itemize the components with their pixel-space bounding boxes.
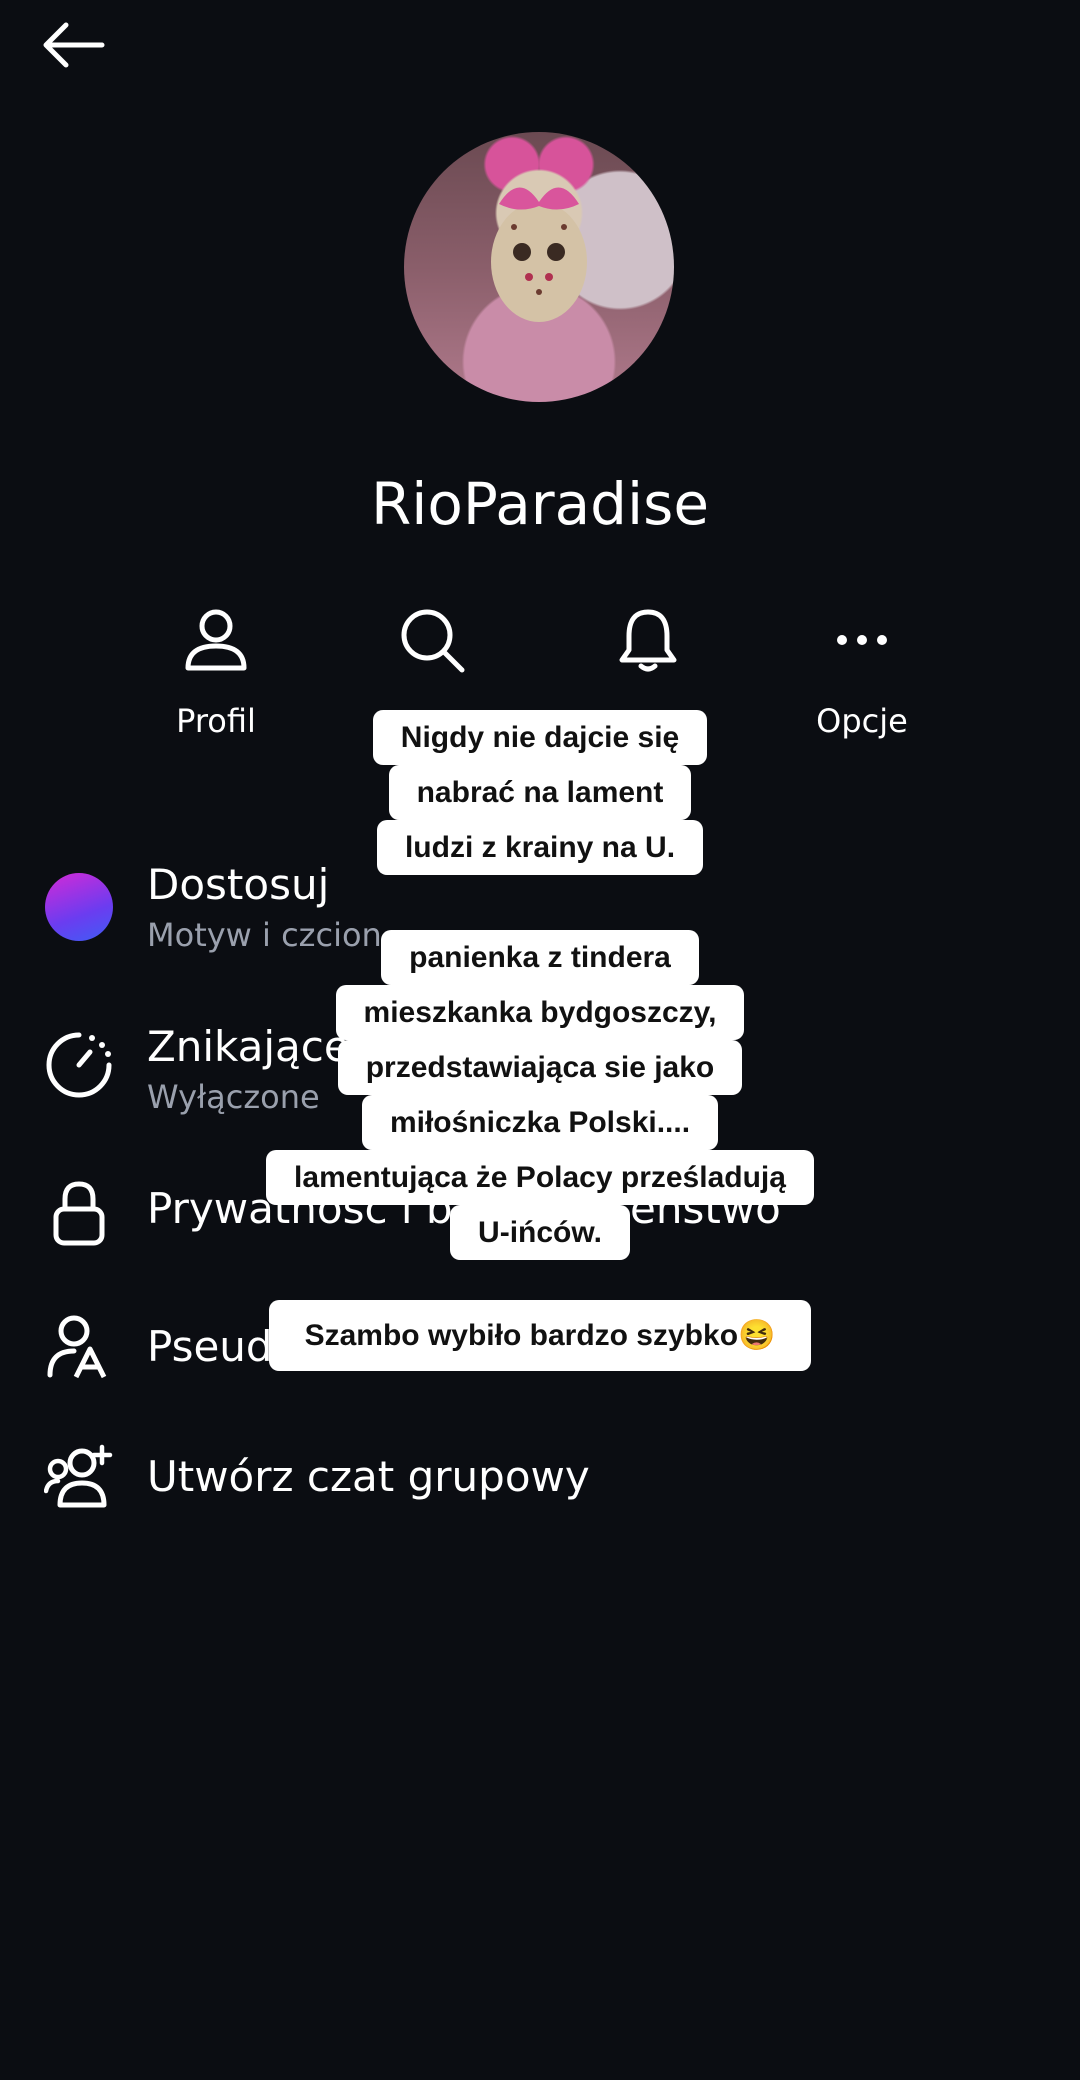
avatar[interactable]	[404, 132, 674, 402]
avatar-image	[491, 187, 587, 322]
caption-line: panienka z tindera	[381, 930, 699, 985]
caption-line: Nigdy nie dajcie się	[372, 710, 708, 765]
arrow-left-icon	[43, 22, 105, 68]
caption-line: Szambo wybiło bardzo szybko😆	[268, 1300, 812, 1371]
caption-line: lamentująca że Polacy prześladują	[266, 1150, 814, 1205]
more-icon	[837, 635, 887, 645]
add-group-icon	[44, 1444, 113, 1508]
back-button[interactable]	[40, 10, 120, 80]
caption-block-2: panienka z tindera mieszkanka bydgoszczy…	[0, 930, 1080, 1260]
caption-line: przedstawiająca sie jako	[337, 1040, 743, 1095]
caption-line: ludzi z krainy na U.	[376, 820, 704, 875]
search-action[interactable]	[332, 600, 532, 680]
person-icon	[185, 609, 247, 671]
caption-line: miłośniczka Polski....	[361, 1095, 719, 1150]
search-icon	[401, 609, 465, 673]
caption-line: U-ińców.	[450, 1205, 630, 1260]
profile-name: RioParadise	[370, 470, 710, 538]
caption-line: nabrać na lament	[388, 765, 692, 820]
menu-item-group-chat[interactable]: Utwórz czat grupowy	[0, 1440, 1080, 1550]
caption-block-1: Nigdy nie dajcie się nabrać na lament lu…	[0, 710, 1080, 875]
bell-icon	[619, 609, 677, 672]
caption-line: mieszkanka bydgoszczy,	[335, 985, 745, 1040]
notifications-action[interactable]	[548, 600, 748, 680]
caption-block-3: Szambo wybiło bardzo szybko😆	[0, 1300, 1080, 1371]
menu-item-group-chat-title: Utwórz czat grupowy	[147, 1452, 590, 1501]
